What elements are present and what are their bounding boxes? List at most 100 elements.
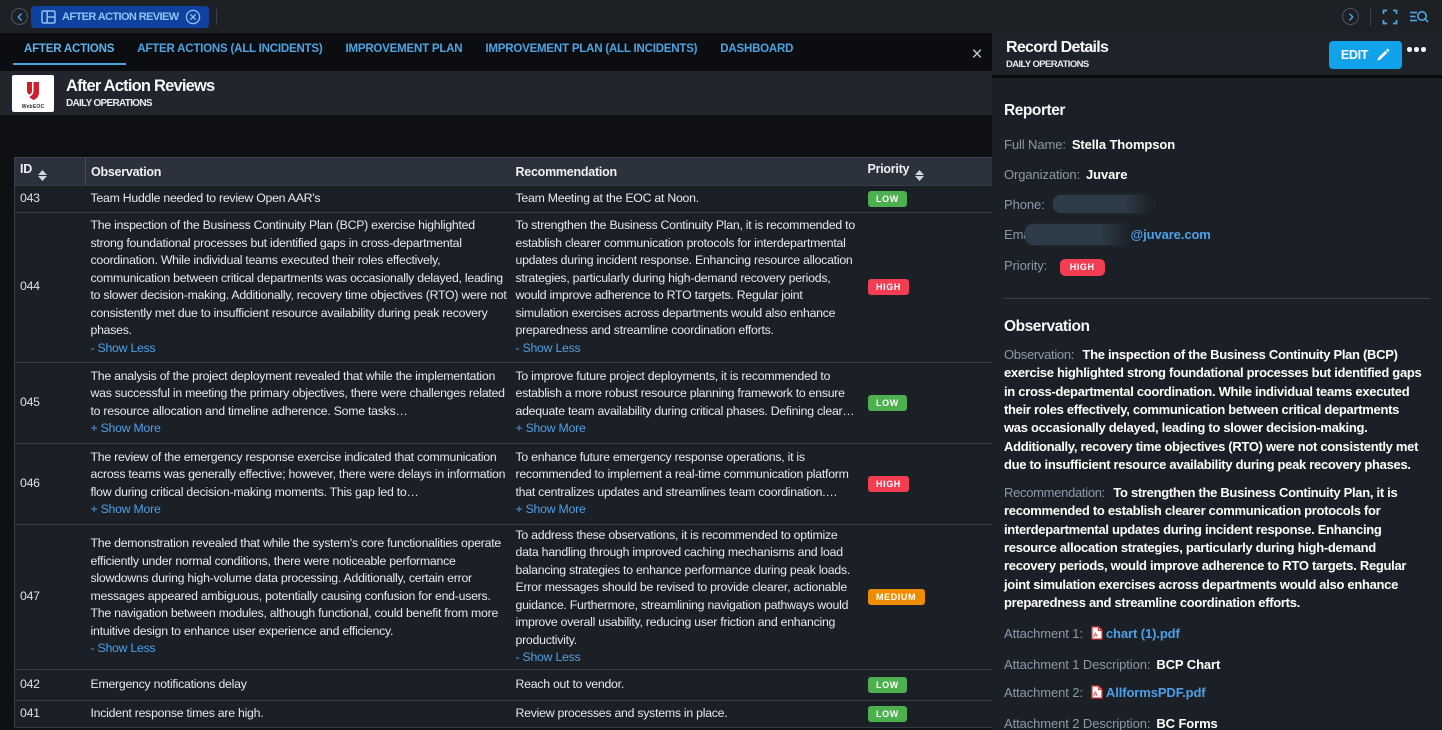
- attachment-link[interactable]: AllformsPDF.pdf: [1106, 685, 1206, 700]
- show-less-link[interactable]: - Show Less: [91, 340, 509, 358]
- cell-priority: HIGH: [857, 212, 992, 362]
- cell-observation: The inspection of the Business Continuit…: [86, 212, 511, 362]
- webeoc-logo: WebEOC: [12, 75, 54, 112]
- field-label: Attachment 2:: [1004, 685, 1083, 700]
- attachment-link[interactable]: chart (1).pdf: [1106, 626, 1180, 641]
- recommendation-text: To strengthen the Business Continuity Pl…: [1004, 485, 1406, 610]
- show-less-link[interactable]: - Show Less: [91, 640, 509, 658]
- field-value: Juvare: [1086, 167, 1127, 182]
- column-header-recommendation[interactable]: Recommendation: [511, 158, 857, 186]
- tab-dashboard[interactable]: DASHBOARD: [709, 33, 805, 64]
- cell-id: 042: [15, 669, 86, 700]
- field-label: Priority:: [1004, 258, 1047, 273]
- redacted-phone-value: [1053, 195, 1153, 213]
- column-header-id[interactable]: ID: [15, 158, 86, 186]
- show-more-link[interactable]: + Show More: [516, 420, 856, 438]
- observation-paragraph: Observation: The inspection of the Busin…: [1004, 346, 1424, 474]
- view-tabbar: AFTER ACTIONS AFTER ACTIONS (ALL INCIDEN…: [0, 33, 992, 71]
- more-options-button[interactable]: [1407, 47, 1426, 52]
- show-more-link[interactable]: + Show More: [91, 501, 509, 519]
- cell-id: 044: [15, 212, 86, 362]
- priority-badge: LOW: [868, 191, 908, 207]
- search-records-icon[interactable]: [1409, 9, 1429, 25]
- board-icon: [41, 10, 56, 24]
- priority-badge: HIGH: [868, 279, 910, 295]
- nav-back-button[interactable]: [11, 8, 28, 25]
- column-header-observation[interactable]: Observation: [86, 158, 511, 186]
- section-divider: [1004, 298, 1430, 299]
- cell-text: To strengthen the Business Continuity Pl…: [516, 217, 856, 340]
- tab-improvement-plan-all-incidents[interactable]: IMPROVEMENT PLAN (ALL INCIDENTS): [474, 33, 709, 64]
- pdf-file-icon: A: [1091, 685, 1103, 704]
- table-header-row: ID Observation Recommendation Priority: [15, 158, 992, 186]
- panel-subtitle: DAILY OPERATIONS: [1006, 59, 1108, 70]
- table-row-043[interactable]: 043 Team Huddle needed to review Open AA…: [15, 186, 992, 213]
- column-label: Priority: [868, 162, 910, 176]
- column-header-priority[interactable]: Priority: [857, 158, 992, 186]
- table-row-047[interactable]: 047 The demonstration revealed that whil…: [15, 524, 992, 669]
- show-more-link[interactable]: + Show More: [516, 501, 856, 519]
- recommendation-paragraph: Recommendation: To strengthen the Busine…: [1004, 484, 1424, 612]
- show-more-link[interactable]: + Show More: [91, 420, 509, 438]
- field-priority: Priority: HIGH: [1004, 257, 1428, 276]
- cell-observation: The review of the emergency response exe…: [86, 443, 511, 524]
- cell-id: 046: [15, 443, 86, 524]
- board-subtitle: DAILY OPERATIONS: [66, 98, 214, 109]
- tab-label: IMPROVEMENT PLAN: [345, 43, 462, 55]
- field-label: Phone:: [1004, 197, 1045, 212]
- cell-observation: The demonstration revealed that while th…: [86, 524, 511, 669]
- field-label: Attachment 1:: [1004, 626, 1083, 641]
- field-email: Email:@juvare.com: [1004, 226, 1428, 245]
- table-row-046[interactable]: 046 The review of the emergency response…: [15, 443, 992, 524]
- fullscreen-icon[interactable]: [1382, 9, 1398, 25]
- after-actions-table: ID Observation Recommendation Priority 0…: [14, 157, 992, 728]
- cell-text: The review of the emergency response exe…: [91, 449, 509, 502]
- sort-icon: [915, 170, 924, 182]
- field-full-name: Full Name:Stella Thompson: [1004, 136, 1428, 154]
- field-label: Attachment 2 Description:: [1004, 716, 1150, 730]
- cell-observation: Incident response times are high.: [86, 700, 511, 727]
- table-row-045[interactable]: 045 The analysis of the project deployme…: [15, 362, 992, 443]
- close-board-tab-icon[interactable]: [185, 9, 201, 25]
- column-label: ID: [20, 162, 32, 176]
- priority-badge: LOW: [868, 395, 908, 411]
- tab-improvement-plan[interactable]: IMPROVEMENT PLAN: [334, 33, 474, 64]
- pencil-icon: [1376, 48, 1390, 62]
- tab-after-actions-all-incidents[interactable]: AFTER ACTIONS (ALL INCIDENTS): [126, 33, 334, 64]
- observation-text: The inspection of the Business Continuit…: [1004, 347, 1421, 472]
- cell-recommendation: To strengthen the Business Continuity Pl…: [511, 212, 857, 362]
- table-row-044[interactable]: 044 The inspection of the Business Conti…: [15, 212, 992, 362]
- navbar-divider-right: [1370, 8, 1371, 26]
- sort-icon: [38, 170, 47, 182]
- column-label: Observation: [91, 165, 161, 179]
- board-content: ID Observation Recommendation Priority 0…: [0, 115, 992, 730]
- priority-badge: HIGH: [1060, 259, 1105, 276]
- show-less-link[interactable]: - Show Less: [516, 340, 856, 358]
- table-row-041[interactable]: 041 Incident response times are high. Re…: [15, 700, 992, 727]
- cell-id: 045: [15, 362, 86, 443]
- cell-observation: Emergency notifications delay: [86, 669, 511, 700]
- top-navbar: AFTER ACTION REVIEW: [0, 0, 1442, 33]
- attachment-2-description-row: Attachment 2 Description:BC Forms: [1004, 715, 1428, 730]
- tab-label: AFTER ACTIONS: [24, 43, 114, 55]
- edit-button[interactable]: EDIT: [1329, 41, 1402, 69]
- field-label: Observation:: [1004, 347, 1074, 362]
- email-domain-link[interactable]: @juvare.com: [1131, 227, 1211, 242]
- record-details-panel: Record Details DAILY OPERATIONS EDIT Rep…: [992, 33, 1442, 730]
- edit-button-label: EDIT: [1341, 48, 1368, 62]
- cell-recommendation: To improve future project deployments, i…: [511, 362, 857, 443]
- close-record-details-icon[interactable]: ×: [963, 41, 991, 69]
- cell-priority: LOW: [857, 669, 992, 700]
- show-less-link[interactable]: - Show Less: [516, 649, 856, 667]
- cell-priority: HIGH: [857, 443, 992, 524]
- tab-after-actions[interactable]: AFTER ACTIONS: [13, 33, 126, 64]
- board-title: After Action Reviews: [66, 77, 214, 96]
- cell-text: The inspection of the Business Continuit…: [91, 217, 509, 340]
- redacted-email-value: [1025, 224, 1131, 245]
- table-row-042[interactable]: 042 Emergency notifications delay Reach …: [15, 669, 992, 700]
- board-tab-after-action-review[interactable]: AFTER ACTION REVIEW: [31, 6, 209, 28]
- reporter-heading: Reporter: [1004, 102, 1428, 120]
- tab-label: IMPROVEMENT PLAN (ALL INCIDENTS): [485, 43, 697, 55]
- attachment-2-row: Attachment 2: AAllformsPDF.pdf: [1004, 684, 1428, 704]
- nav-forward-button[interactable]: [1342, 8, 1359, 25]
